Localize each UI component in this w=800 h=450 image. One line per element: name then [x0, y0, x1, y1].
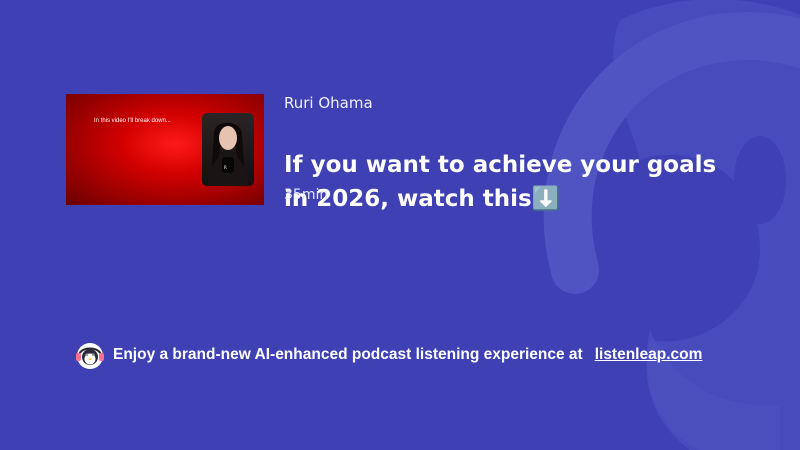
promo-banner: Enjoy a brand-new AI-enhanced podcast li… — [75, 340, 702, 370]
promo-text: Enjoy a brand-new AI-enhanced podcast li… — [113, 346, 583, 363]
svg-text:R: R — [224, 165, 227, 170]
episode-duration: 35min — [284, 187, 329, 203]
episode-title[interactable]: If you want to achieve your goals in 202… — [284, 148, 744, 216]
episode-author: Ruri Ohama — [284, 94, 373, 112]
episode-thumbnail[interactable]: In this video I'll break down... R — [66, 94, 264, 205]
thumbnail-caption: In this video I'll break down... — [94, 118, 171, 124]
penguin-watermark-icon — [543, 0, 800, 450]
thumbnail-host-photo: R — [202, 113, 254, 186]
penguin-headphones-icon — [76, 343, 104, 369]
listenleap-link[interactable]: listenleap.com — [595, 346, 703, 364]
